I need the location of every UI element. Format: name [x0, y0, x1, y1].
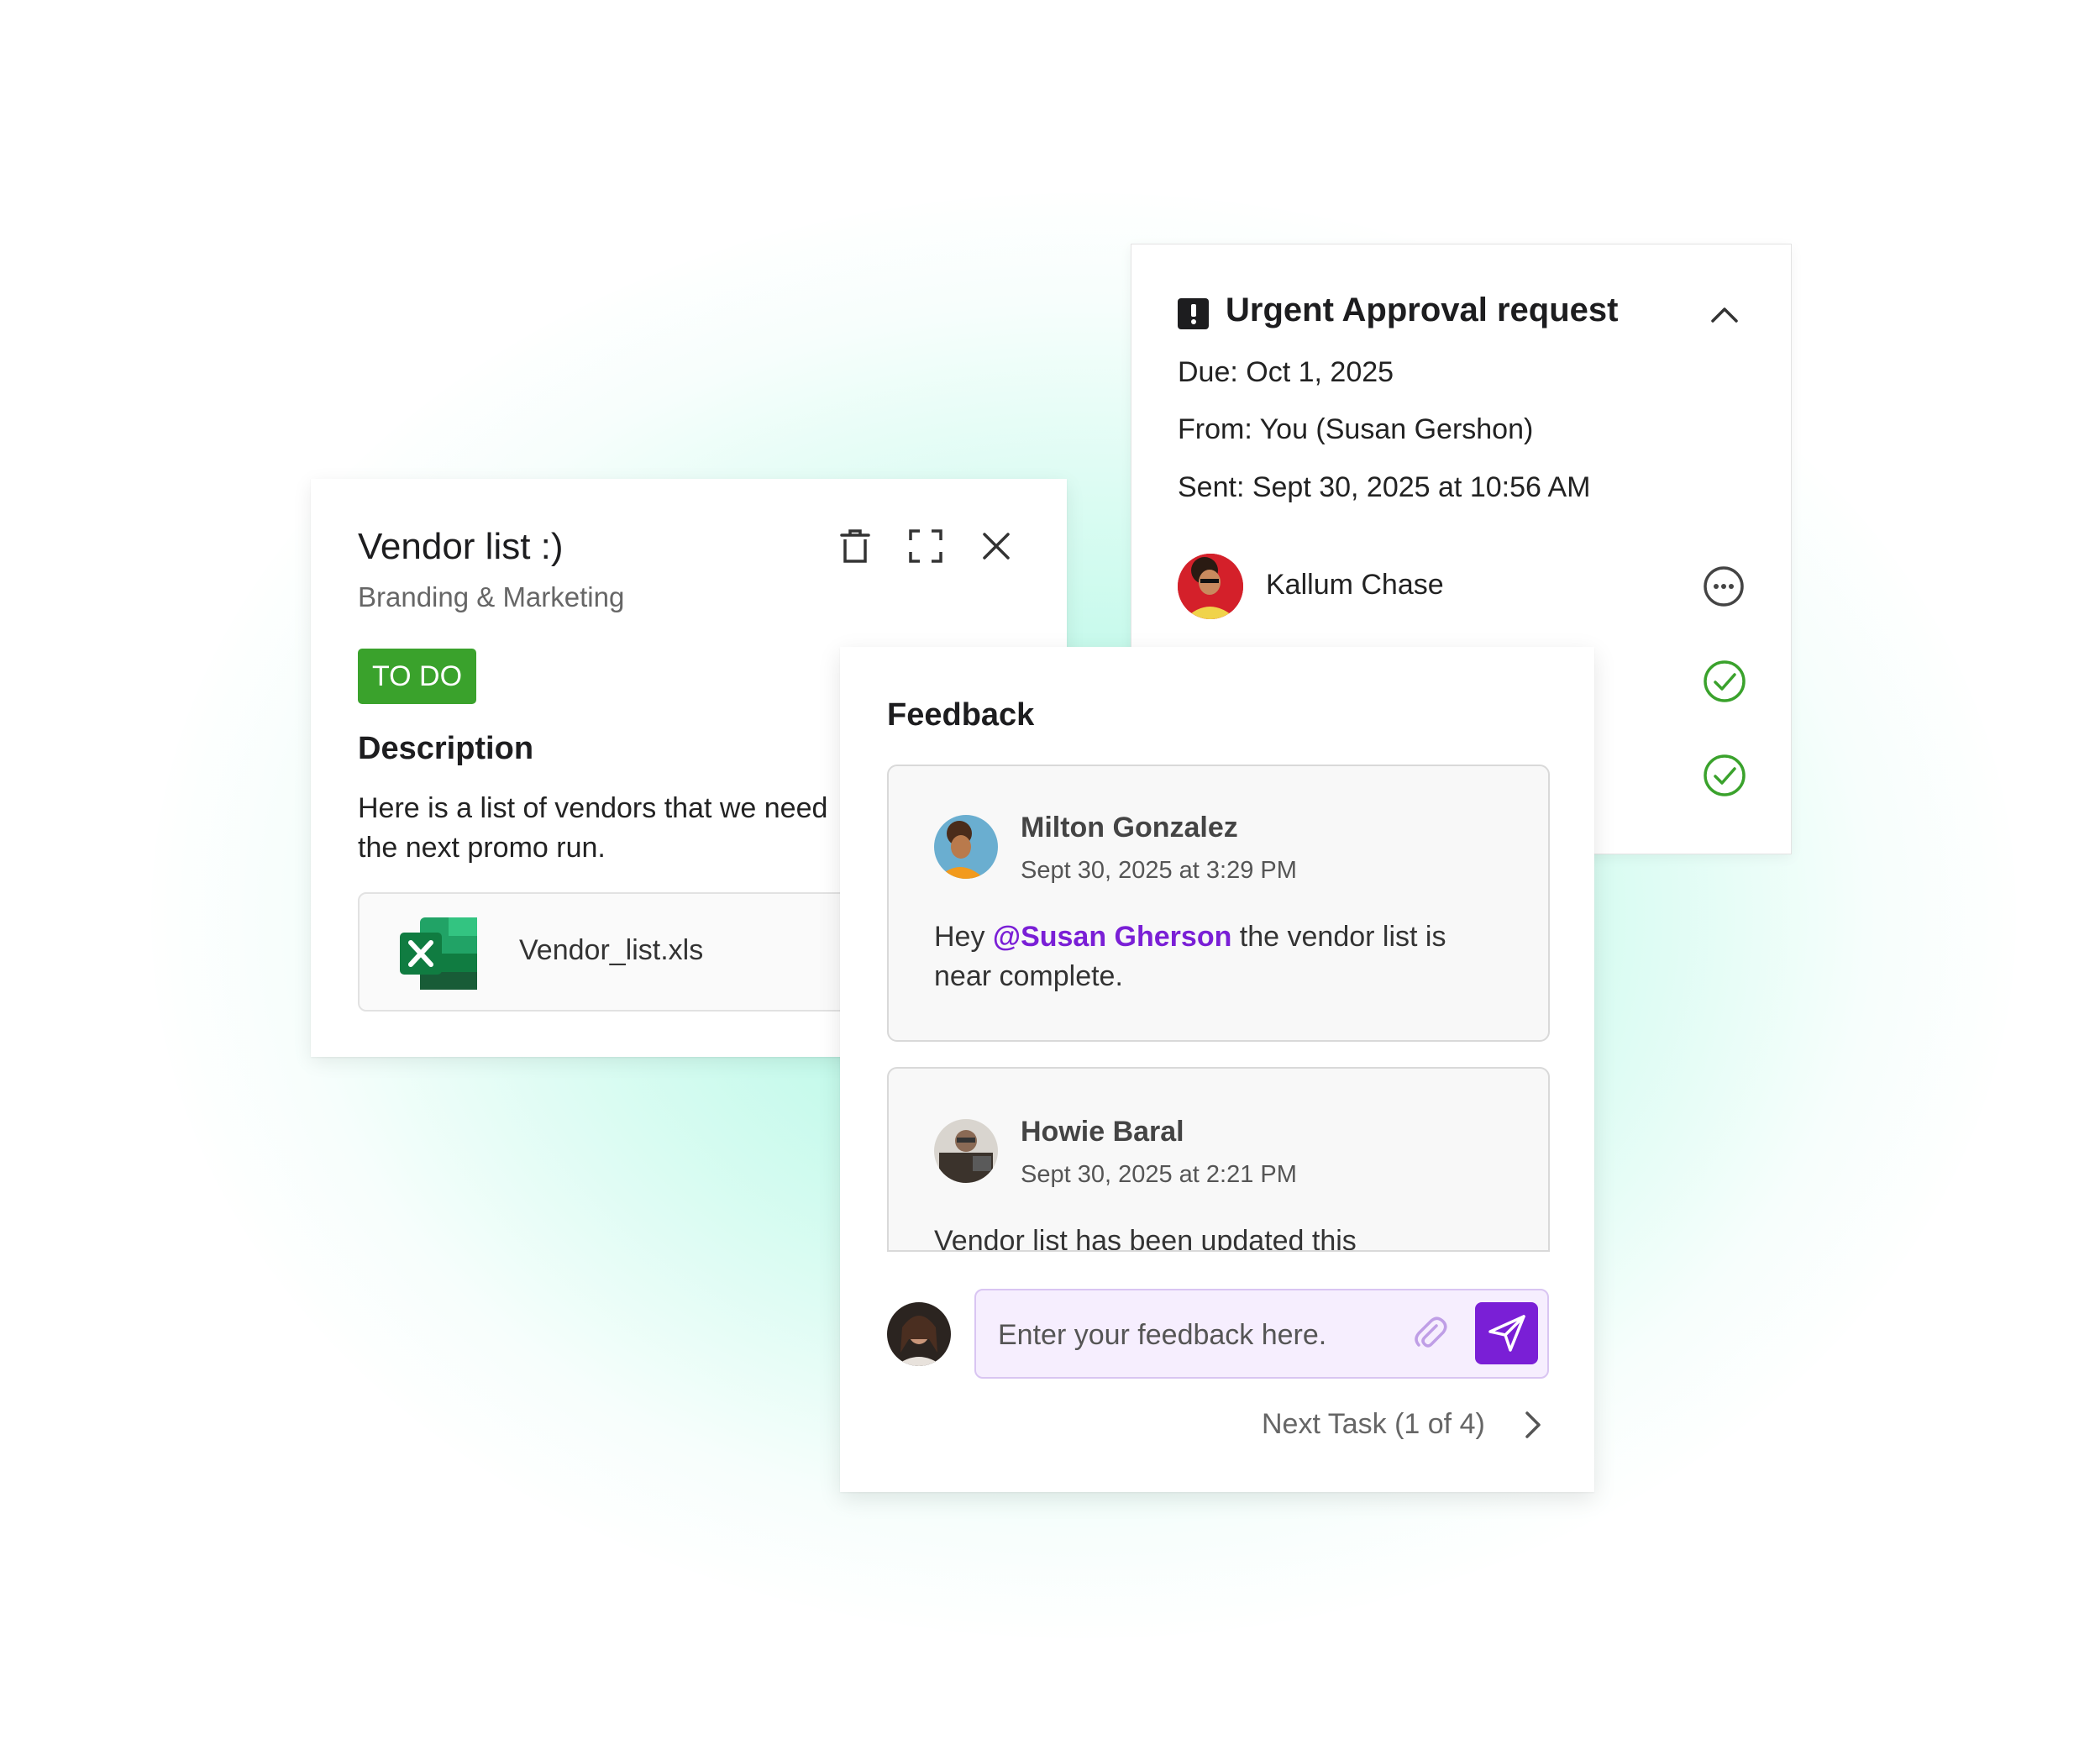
task-title: Vendor list :) — [358, 526, 564, 567]
avatar — [934, 815, 998, 879]
comment-timestamp: Sept 30, 2025 at 3:29 PM — [1021, 857, 1297, 884]
approver-name: Kallum Chase — [1266, 569, 1444, 601]
comment-text: Hey @Susan Gherson the vendor list is ne… — [934, 917, 1522, 996]
approval-title: Urgent Approval request — [1226, 292, 1619, 328]
feedback-input-placeholder: Enter your feedback here. — [998, 1319, 1327, 1351]
avatar — [934, 1119, 998, 1183]
sent-line: Sent: Sept 30, 2025 at 10:56 AM — [1178, 471, 1591, 503]
alert-icon — [1178, 298, 1209, 329]
more-options-icon[interactable] — [1703, 565, 1745, 607]
comment-text-suffix: the vendor list is — [1231, 921, 1446, 953]
chevron-right-icon[interactable] — [1517, 1408, 1547, 1442]
comment-text-prefix: Hey — [934, 921, 993, 953]
description-text-line-1: Here is a list of vendors that we need — [358, 792, 828, 824]
description-text-line-2: the next promo run. — [358, 832, 606, 864]
comment-card: Milton Gonzalez Sept 30, 2025 at 3:29 PM… — [887, 765, 1550, 1042]
send-icon — [1487, 1313, 1527, 1353]
mention-link[interactable]: @Susan Gherson — [993, 921, 1231, 953]
close-icon[interactable] — [979, 529, 1013, 563]
comment-text: Vendor list has been updated this — [934, 1225, 1357, 1252]
comment-timestamp: Sept 30, 2025 at 2:21 PM — [1021, 1161, 1297, 1188]
avatar — [887, 1302, 951, 1366]
feedback-panel: Feedback Milton Gonzalez Sept 30, 2025 a… — [840, 647, 1594, 1492]
feedback-input[interactable]: Enter your feedback here. — [974, 1289, 1549, 1379]
send-button[interactable] — [1475, 1302, 1538, 1364]
comment-card: Howie Baral Sept 30, 2025 at 2:21 PM Ven… — [887, 1067, 1550, 1252]
check-circle-icon — [1703, 754, 1746, 797]
excel-file-icon — [400, 917, 477, 990]
attachment-filename: Vendor_list.xls — [519, 934, 704, 966]
task-project: Branding & Marketing — [358, 581, 625, 612]
feedback-heading: Feedback — [887, 697, 1035, 733]
from-line: From: You (Susan Gershon) — [1178, 413, 1534, 445]
due-date: Due: Oct 1, 2025 — [1178, 356, 1394, 388]
trash-icon[interactable] — [838, 528, 872, 565]
comment-author: Howie Baral — [1021, 1116, 1184, 1148]
comment-text-line-2: near complete. — [934, 960, 1123, 992]
status-badge[interactable]: TO DO — [358, 649, 476, 704]
expand-icon[interactable] — [909, 529, 942, 563]
comment-author: Milton Gonzalez — [1021, 812, 1238, 843]
description-heading: Description — [358, 731, 534, 766]
check-circle-icon — [1703, 660, 1746, 703]
next-task-link[interactable]: Next Task (1 of 4) — [1262, 1408, 1485, 1441]
chevron-up-icon[interactable] — [1708, 298, 1741, 332]
attach-icon[interactable] — [1411, 1314, 1450, 1353]
avatar — [1178, 554, 1243, 619]
